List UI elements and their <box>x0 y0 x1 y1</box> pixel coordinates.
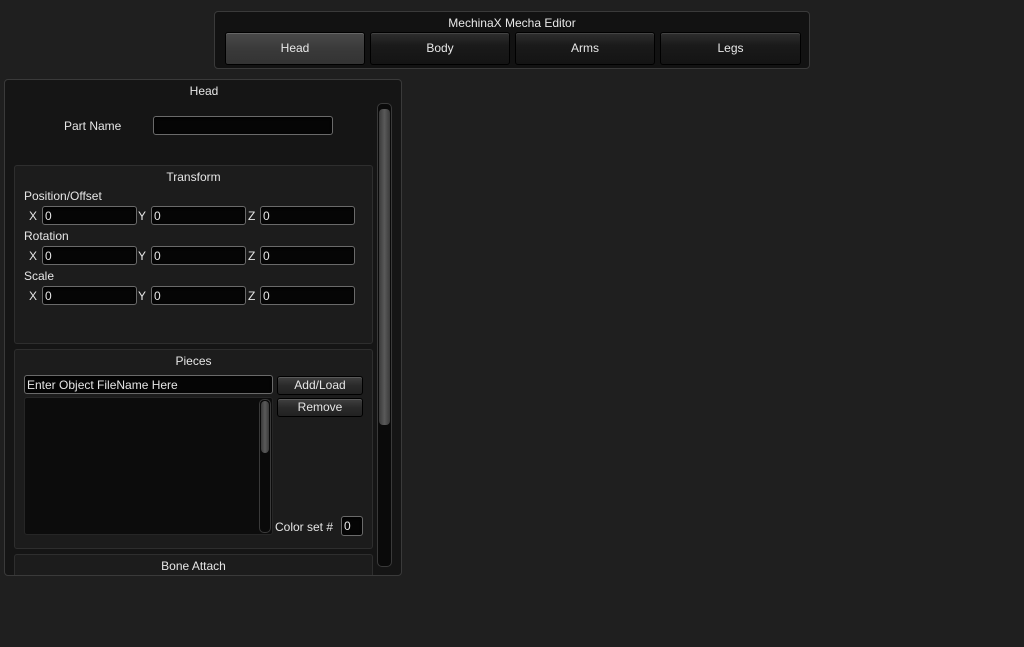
editor-window: MechinaX Mecha Editor Head Body Arms Leg… <box>0 0 1024 647</box>
position-x-input[interactable] <box>42 206 137 225</box>
pieces-group: Pieces Add/Load Remove Color set # <box>14 349 373 549</box>
top-toolbar: MechinaX Mecha Editor Head Body Arms Leg… <box>214 11 810 69</box>
part-name-label: Part Name <box>64 119 122 133</box>
bone-attach-group: Bone Attach <box>14 554 373 575</box>
position-y-input[interactable] <box>151 206 246 225</box>
position-y-label: Y <box>138 209 147 223</box>
position-z-label: Z <box>248 209 256 223</box>
rotation-z-input[interactable] <box>260 246 355 265</box>
panel-title: Head <box>189 84 219 98</box>
scale-y-input[interactable] <box>151 286 246 305</box>
part-name-input[interactable] <box>153 116 333 135</box>
rotation-z-label: Z <box>248 249 256 263</box>
pieces-list-scrollbar[interactable] <box>259 399 271 533</box>
bone-attach-title: Bone Attach <box>161 559 226 573</box>
tab-head[interactable]: Head <box>225 32 365 65</box>
rotation-x-label: X <box>29 249 38 263</box>
transform-group: Transform Position/Offset X Y Z Rotation… <box>14 165 373 344</box>
tab-arms[interactable]: Arms <box>515 32 655 65</box>
add-load-button[interactable]: Add/Load <box>277 376 363 395</box>
app-title: MechinaX Mecha Editor <box>448 16 576 30</box>
tab-body[interactable]: Body <box>370 32 510 65</box>
object-filename-input[interactable] <box>24 375 273 394</box>
rotation-y-input[interactable] <box>151 246 246 265</box>
color-set-label: Color set # <box>275 520 334 534</box>
scale-x-input[interactable] <box>42 286 137 305</box>
tab-legs[interactable]: Legs <box>660 32 801 65</box>
position-z-input[interactable] <box>260 206 355 225</box>
panel-scrollbar[interactable] <box>377 103 392 567</box>
head-editor-panel: Head Part Name Transform Position/Offset… <box>4 79 402 576</box>
scale-label: Scale <box>24 269 55 283</box>
pieces-list-scroll-thumb[interactable] <box>261 401 269 453</box>
position-x-label: X <box>29 209 38 223</box>
rotation-y-label: Y <box>138 249 147 263</box>
scale-x-label: X <box>29 289 38 303</box>
rotation-x-input[interactable] <box>42 246 137 265</box>
color-set-input[interactable] <box>341 516 363 536</box>
pieces-list[interactable] <box>24 397 273 535</box>
scale-z-label: Z <box>248 289 256 303</box>
scale-z-input[interactable] <box>260 286 355 305</box>
panel-scroll-thumb[interactable] <box>379 109 390 425</box>
remove-button[interactable]: Remove <box>277 398 363 417</box>
transform-title: Transform <box>166 170 221 184</box>
rotation-label: Rotation <box>24 229 69 243</box>
position-offset-label: Position/Offset <box>24 189 102 203</box>
scale-y-label: Y <box>138 289 147 303</box>
pieces-title: Pieces <box>175 354 212 368</box>
